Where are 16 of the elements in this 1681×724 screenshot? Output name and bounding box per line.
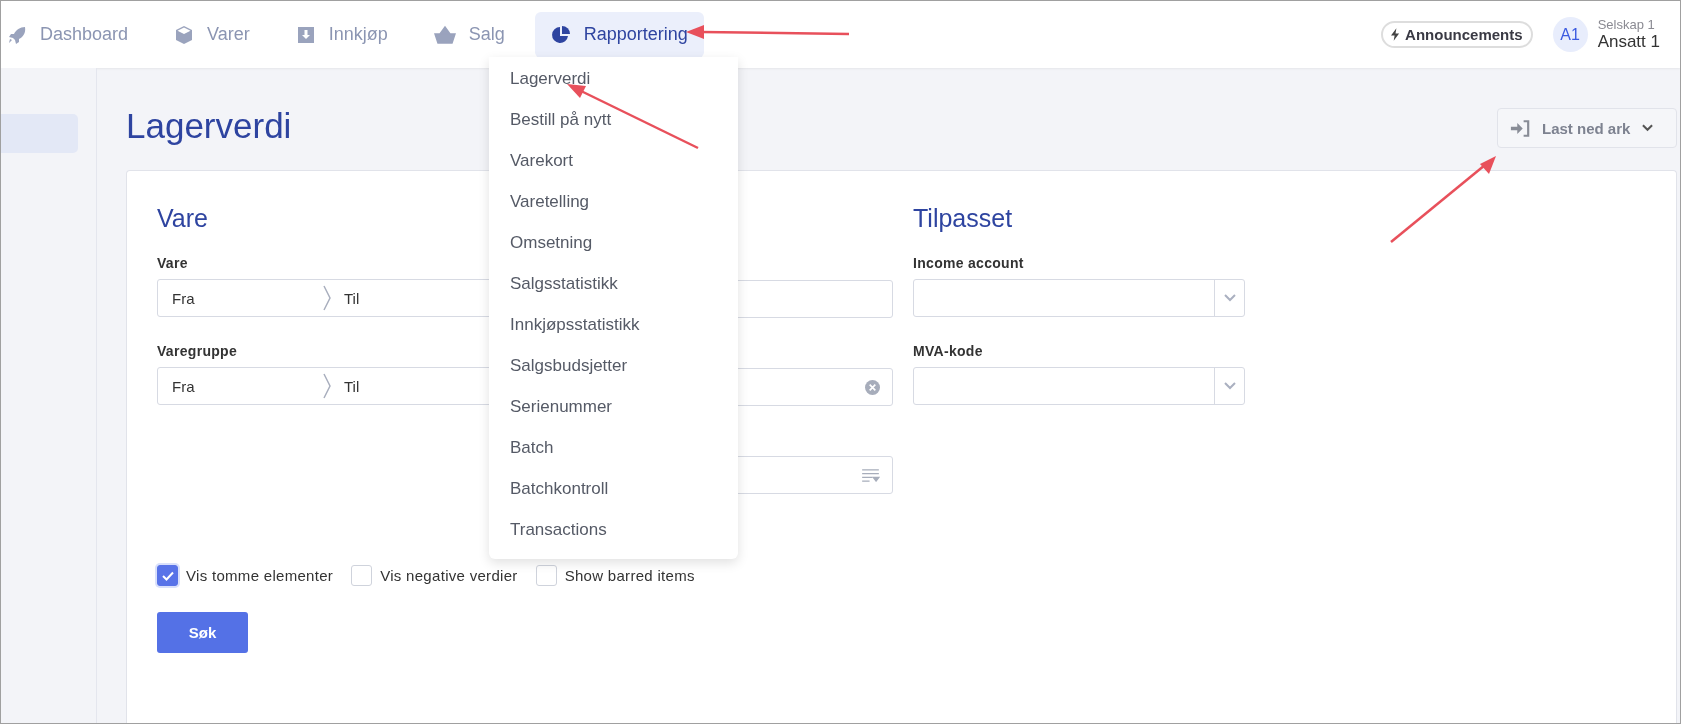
section-heading: Vare xyxy=(157,204,209,233)
from-placeholder: Fra xyxy=(172,289,196,307)
checkbox-label: Vis tomme elementer xyxy=(186,567,334,584)
page-title: Lagerverdi xyxy=(126,106,292,146)
to-placeholder: Til xyxy=(344,289,360,307)
field-label: Varegruppe xyxy=(157,343,239,359)
to-placeholder: Til xyxy=(344,377,360,395)
user-name: Ansatt 1 xyxy=(1597,32,1660,52)
field-label: MVA-kode xyxy=(913,343,984,359)
section-heading: Tilpasset xyxy=(913,204,1014,233)
field-label: Income account xyxy=(913,255,1025,271)
checkbox-label: Vis negative verdier xyxy=(380,567,518,584)
company-name: Selskap 1 xyxy=(1597,17,1656,32)
field-label: Vare xyxy=(157,255,189,271)
from-placeholder: Fra xyxy=(172,377,196,395)
checkbox-label: Show barred items xyxy=(564,567,695,584)
